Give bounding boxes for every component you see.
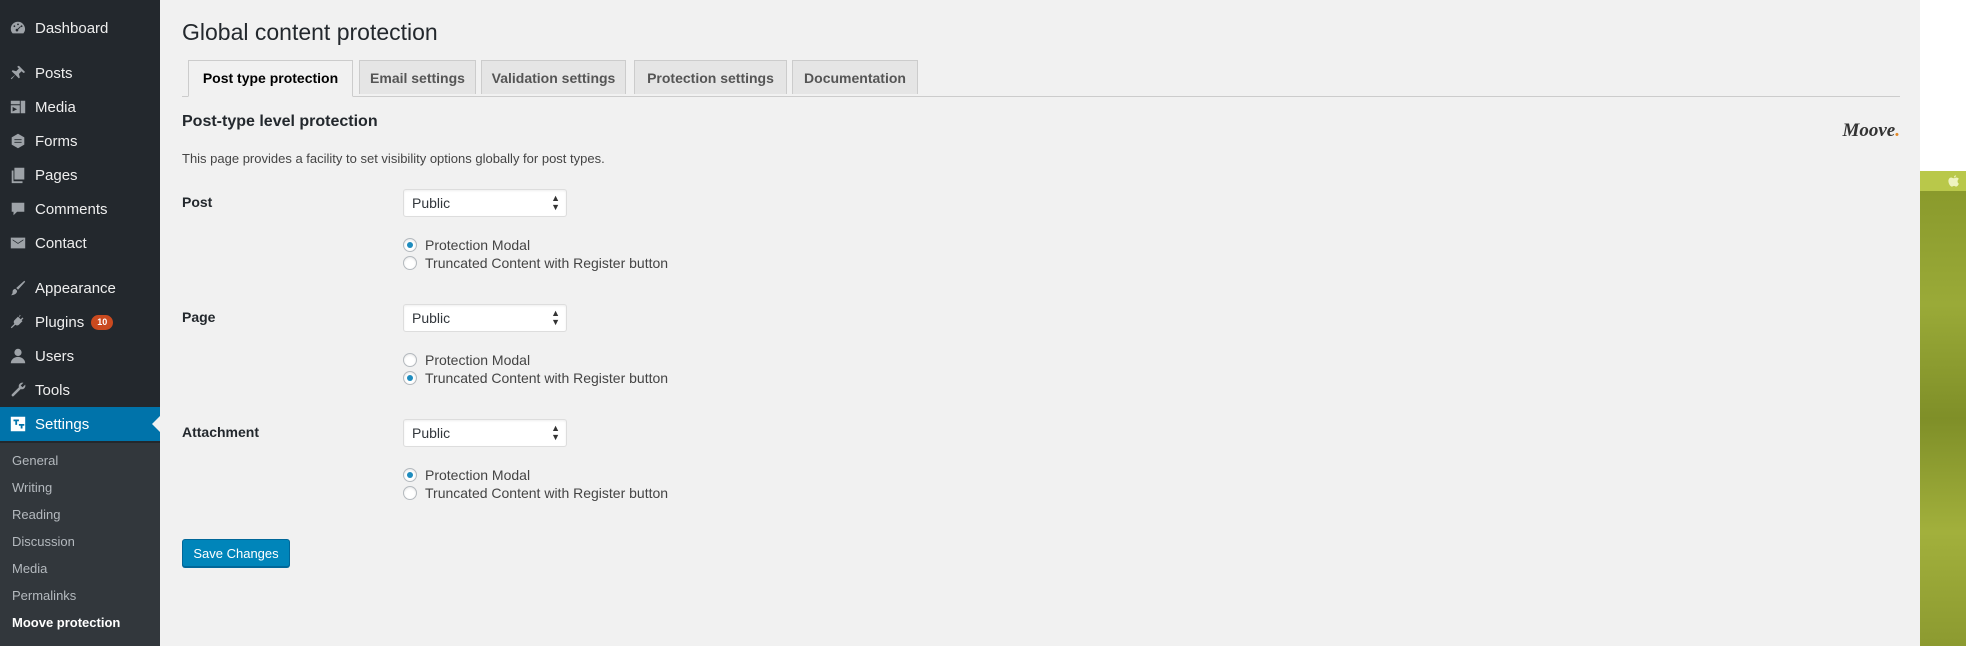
select-value: Public	[412, 310, 451, 326]
visibility-select-page[interactable]: Public ▲ ▼	[403, 304, 567, 332]
sidebar-item-posts[interactable]: Posts	[0, 56, 160, 90]
radio-button-checked[interactable]	[403, 371, 417, 385]
post-type-label-post: Post	[182, 194, 213, 210]
radio-protection-modal-post[interactable]: Protection Modal	[403, 236, 530, 254]
sidebar-item-label: Users	[35, 347, 75, 365]
sidebar-item-label: Posts	[35, 64, 73, 82]
submenu-item-media[interactable]: Media	[12, 561, 47, 576]
media-icon	[0, 90, 36, 124]
visibility-select-post[interactable]: Public ▲ ▼	[403, 189, 567, 217]
visibility-select-attachment[interactable]: Public ▲ ▼	[403, 419, 567, 447]
page-description: This page provides a facility to set vis…	[182, 151, 605, 166]
tab-validation-settings[interactable]: Validation settings	[481, 60, 626, 94]
submenu-item-reading[interactable]: Reading	[12, 507, 60, 522]
sidebar-item-appearance[interactable]: Appearance	[0, 271, 160, 305]
sidebar-item-media[interactable]: Media	[0, 90, 160, 124]
select-arrows-icon: ▲ ▼	[551, 423, 560, 442]
comment-icon	[0, 192, 36, 226]
sidebar-item-label: Contact	[35, 234, 87, 252]
section-title: Post-type level protection	[182, 113, 378, 130]
tab-documentation[interactable]: Documentation	[792, 60, 918, 94]
brand-name: Moove	[1842, 120, 1896, 141]
radio-label: Protection Modal	[425, 467, 531, 483]
radio-button[interactable]	[403, 256, 417, 270]
admin-sidebar: Dashboard Posts Media Forms Pages Commen…	[0, 0, 160, 646]
pages-icon	[0, 158, 36, 192]
wrench-icon	[0, 373, 36, 407]
sidebar-item-plugins[interactable]: Plugins 10	[0, 305, 160, 339]
radio-protection-modal-attachment[interactable]: Protection Modal	[403, 466, 530, 484]
post-type-label-page: Page	[182, 309, 216, 325]
desktop-edge	[1920, 0, 1966, 646]
page-title: Global content protection	[182, 19, 438, 45]
submenu-item-discussion[interactable]: Discussion	[12, 534, 75, 549]
radio-label: Protection Modal	[425, 237, 531, 253]
select-arrows-icon: ▲ ▼	[551, 308, 560, 327]
radio-button[interactable]	[403, 486, 417, 500]
tab-email-settings[interactable]: Email settings	[359, 60, 476, 94]
tab-post-type-protection[interactable]: Post type protection	[188, 60, 353, 97]
sidebar-item-label: Forms	[35, 132, 78, 150]
pin-icon	[0, 56, 36, 90]
radio-label: Truncated Content with Register button	[425, 255, 669, 271]
radio-protection-modal-page[interactable]: Protection Modal	[403, 351, 530, 369]
sidebar-item-label: Settings	[35, 415, 90, 433]
sidebar-item-settings[interactable]: Settings	[0, 407, 160, 441]
tab-protection-settings[interactable]: Protection settings	[634, 60, 787, 94]
submenu-item-general[interactable]: General	[12, 453, 58, 468]
plug-icon	[0, 305, 36, 339]
sidebar-item-tools[interactable]: Tools	[0, 373, 160, 407]
sidebar-item-forms[interactable]: Forms	[0, 124, 160, 158]
radio-truncated-content-attachment[interactable]: Truncated Content with Register button	[403, 484, 668, 502]
sidebar-item-label: Dashboard	[35, 19, 109, 37]
sidebar-item-label: Pages	[35, 166, 78, 184]
sidebar-item-users[interactable]: Users	[0, 339, 160, 373]
brush-icon	[0, 271, 36, 305]
submenu-item-writing[interactable]: Writing	[12, 480, 52, 495]
radio-truncated-content-post[interactable]: Truncated Content with Register button	[403, 254, 668, 272]
brand-dot: .	[1895, 120, 1900, 141]
apple-icon	[1948, 175, 1959, 187]
envelope-icon	[0, 226, 36, 260]
sidebar-item-label: Plugins	[35, 313, 85, 331]
submenu-item-moove-protection[interactable]: Moove protection	[12, 615, 120, 630]
radio-button-checked[interactable]	[403, 238, 417, 252]
user-icon	[0, 339, 36, 373]
moove-logo: Moove.	[1842, 120, 1900, 142]
sidebar-item-label: Appearance	[35, 279, 116, 297]
radio-label: Protection Modal	[425, 352, 531, 368]
save-changes-button[interactable]: Save Changes	[182, 539, 290, 567]
post-type-label-attachment: Attachment	[182, 424, 260, 440]
main-content: Global content protection Post type prot…	[160, 0, 1920, 646]
radio-truncated-content-page[interactable]: Truncated Content with Register button	[403, 369, 668, 387]
sidebar-item-pages[interactable]: Pages	[0, 158, 160, 192]
settings-icon	[0, 407, 36, 441]
dashboard-icon	[0, 11, 36, 45]
sidebar-item-dashboard[interactable]: Dashboard	[0, 11, 160, 45]
radio-label: Truncated Content with Register button	[425, 485, 669, 501]
sidebar-item-contact[interactable]: Contact	[0, 226, 160, 260]
wallpaper-image	[1920, 191, 1966, 646]
update-count-badge: 10	[91, 314, 114, 330]
sidebar-item-label: Tools	[35, 381, 71, 399]
sidebar-item-label: Media	[35, 98, 76, 116]
submenu-item-permalinks[interactable]: Permalinks	[12, 588, 76, 603]
tab-bar: Post type protection Email settings Vali…	[182, 60, 1900, 97]
settings-submenu: General Writing Reading Discussion Media…	[0, 443, 160, 646]
sidebar-item-comments[interactable]: Comments	[0, 192, 160, 226]
select-value: Public	[412, 195, 451, 211]
forms-icon	[0, 124, 36, 158]
sidebar-item-label: Comments	[35, 200, 108, 218]
radio-label: Truncated Content with Register button	[425, 370, 669, 386]
select-value: Public	[412, 425, 451, 441]
radio-button[interactable]	[403, 353, 417, 367]
radio-button-checked[interactable]	[403, 468, 417, 482]
select-arrows-icon: ▲ ▼	[551, 193, 560, 212]
